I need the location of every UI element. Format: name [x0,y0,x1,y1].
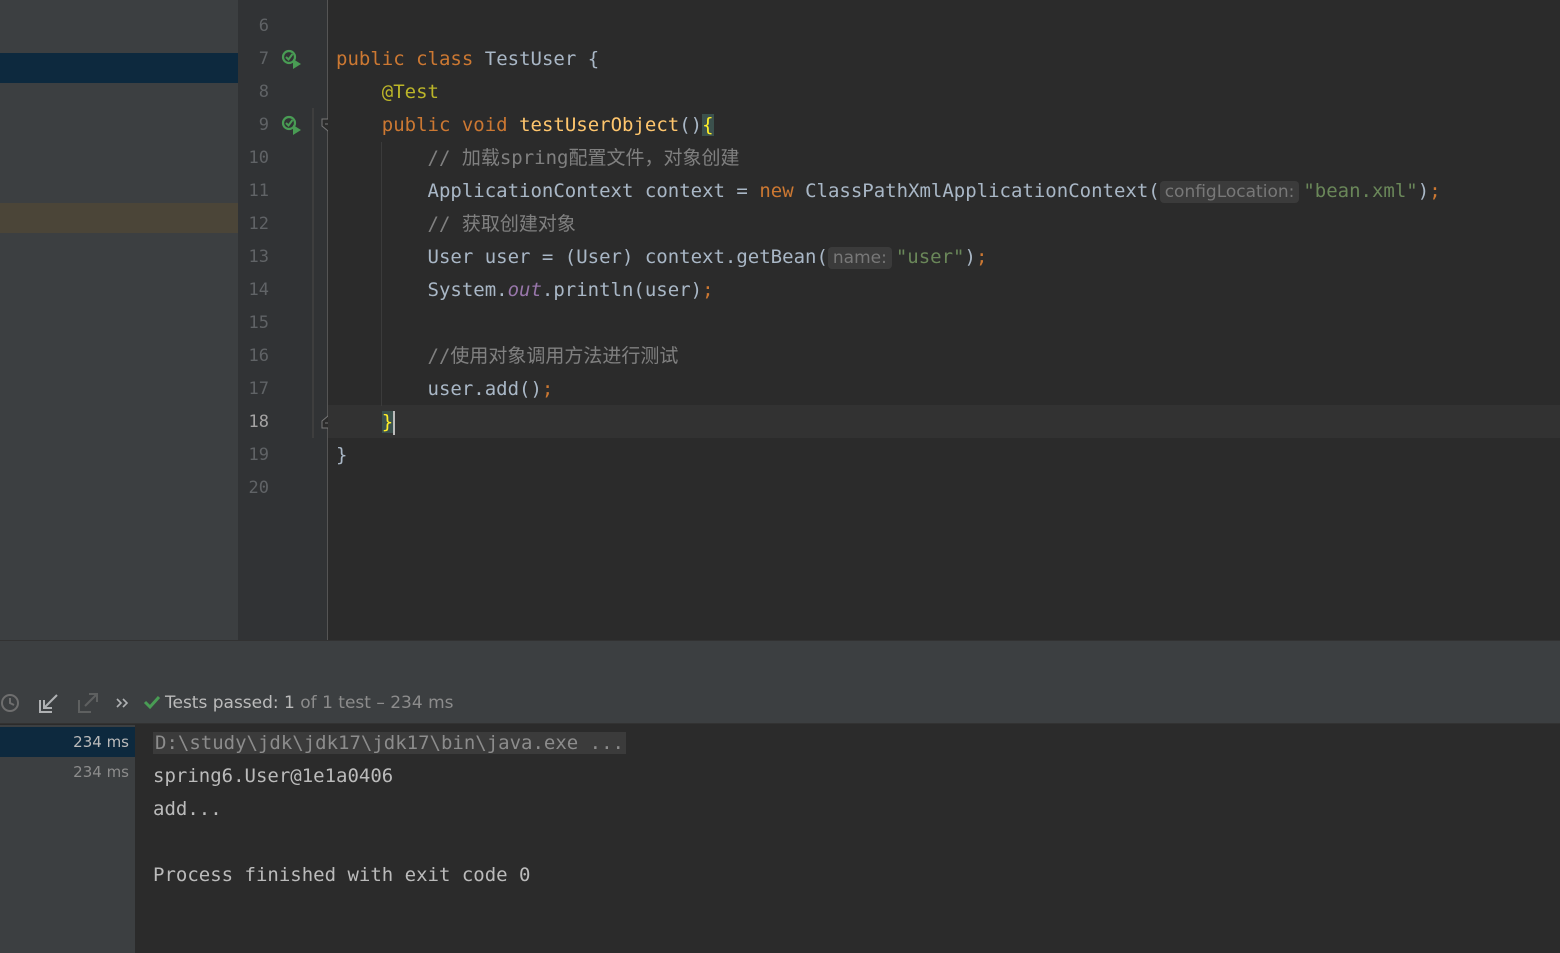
line-number: 13 [248,247,269,267]
caret-row-highlight [328,405,1560,438]
method-name: testUserObject [519,114,680,136]
code-text: .println(user) [541,279,703,301]
project-tree-selected-row[interactable] [0,53,238,83]
line-number: 20 [248,478,269,498]
line-number: 6 [258,16,269,36]
constructor-call: ClassPathXmlApplicationContext( [805,180,1160,202]
check-icon [143,695,161,710]
test-tree-row-root[interactable]: 234 ms [0,727,135,757]
brace: } [336,444,348,466]
tool-window-separator[interactable] [0,640,1560,682]
line-number: 19 [248,445,269,465]
line-number: 7 [258,49,269,69]
line-number: 14 [248,280,269,300]
console-line: D:\study\jdk\jdk17\jdk17\bin\java.exe ..… [153,727,626,760]
code-line-11[interactable]: ApplicationContext context = new ClassPa… [336,175,1441,208]
semicolon: ; [702,279,714,301]
console-line: add... [153,798,222,820]
comment: // 获取创建对象 [427,213,576,235]
project-tree-highlighted-row[interactable] [0,203,238,233]
console-command[interactable]: D:\study\jdk\jdk17\jdk17\bin\java.exe ..… [153,732,626,754]
matched-brace: { [702,114,714,136]
status-label: Tests passed: [165,693,279,713]
line-number: 10 [248,148,269,168]
console-line: spring6.User@1e1a0406 [153,765,394,787]
run-toolbar: Tests passed: 1 of 1 test – 234 ms [0,682,1560,724]
string-literal: "bean.xml" [1303,180,1418,202]
line-number: 17 [248,379,269,399]
semicolon: ; [975,246,988,268]
parens: () [679,114,703,136]
code-line-19[interactable]: } [336,439,347,472]
semicolon: ; [541,378,554,400]
more-chevron-icon[interactable] [112,692,134,714]
variable: context [644,180,725,202]
project-panel[interactable] [0,0,238,640]
code-line-8[interactable]: @Test [336,76,439,109]
line-number-current: 18 [248,412,269,432]
type-name: ApplicationContext [427,180,634,202]
status-detail: of 1 test – 234 ms [300,693,454,713]
code-line-12[interactable]: // 获取创建对象 [336,208,576,241]
class-name: TestUser [484,48,577,70]
code-text: System. [427,279,508,301]
semicolon: ; [1429,180,1441,202]
code-line-13[interactable]: User user = (User) context.getBean(name:… [336,241,987,274]
console-line: Process finished with exit code 0 [153,864,531,886]
static-field: out [507,279,542,301]
run-test-icon[interactable] [281,48,303,70]
comment: //使用对象调用方法进行测试 [427,345,679,367]
test-tree: 234 ms 234 ms [0,725,135,953]
code-line-16[interactable]: //使用对象调用方法进行测试 [336,340,679,373]
status-count: 1 [284,693,295,713]
code-text: User user = (User) context.getBean( [427,246,828,268]
console-output[interactable]: D:\study\jdk\jdk17\jdk17\bin\java.exe ..… [135,725,1560,953]
code-line-18[interactable]: } [336,406,396,439]
matched-brace: } [381,411,394,433]
line-number: 15 [248,313,269,333]
test-status: Tests passed: 1 of 1 test – 234 ms [143,691,454,715]
comment: // 加载spring配置文件，对象创建 [427,147,740,169]
line-number: 11 [248,181,269,201]
string-literal: "user" [895,246,965,268]
operator: = [736,180,748,202]
parameter-hint: name: [827,247,892,269]
text-caret [393,410,396,435]
keyword: class [416,48,474,70]
paren: ) [1417,180,1430,202]
line-number: 16 [248,346,269,366]
line-number: 8 [258,82,269,102]
test-tree-row[interactable]: 234 ms [0,757,135,787]
keyword: public [381,114,451,136]
run-test-icon[interactable] [281,114,303,136]
code-line-10[interactable]: // 加载spring配置文件，对象创建 [336,142,740,175]
paren: ) [964,246,976,268]
code-editor[interactable]: public class TestUser { @Test public voi… [328,0,1560,640]
line-number: 9 [258,115,269,135]
line-number: 12 [248,214,269,234]
parameter-hint: configLocation: [1159,181,1300,203]
code-line-9[interactable]: public void testUserObject(){ [336,109,714,142]
brace: { [587,48,600,70]
code-text: user.add() [427,378,542,400]
keyword: void [461,114,508,136]
test-history-icon[interactable] [0,692,22,714]
code-line-7[interactable]: public class TestUser { [336,43,599,76]
keyword: new [759,180,794,202]
vcs-change-marker [312,108,314,438]
import-tests-icon[interactable] [38,692,60,714]
code-line-14[interactable]: System.out.println(user); [336,274,714,307]
code-line-17[interactable]: user.add(); [336,373,554,406]
keyword: public [336,48,405,70]
annotation: @Test [381,81,439,103]
export-tests-icon[interactable] [77,692,99,714]
